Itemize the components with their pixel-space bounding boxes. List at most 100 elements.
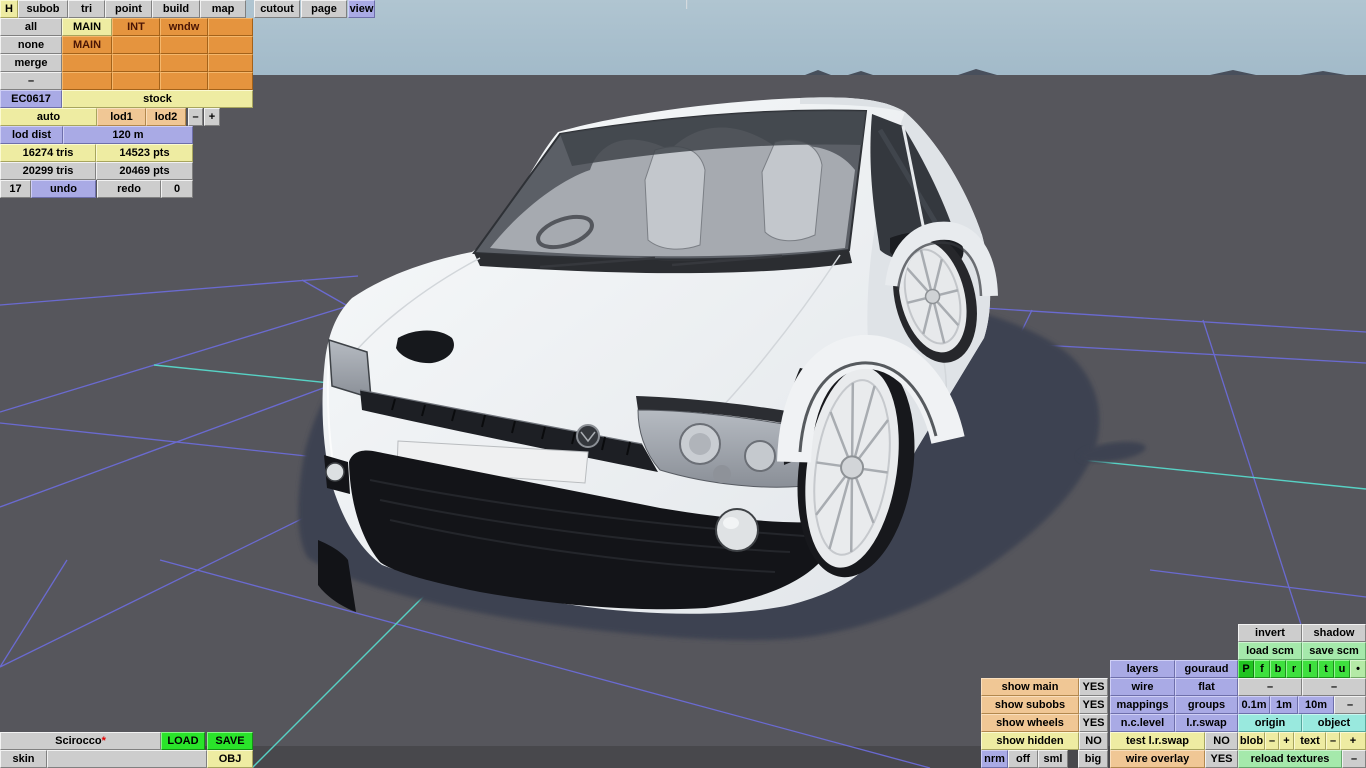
nrm-big-button[interactable]: big — [1078, 750, 1108, 768]
origin-button[interactable]: origin — [1238, 714, 1302, 732]
show-main-button[interactable]: show main — [981, 678, 1079, 696]
groups-button[interactable]: groups — [1175, 696, 1238, 714]
layers-button[interactable]: layers — [1110, 660, 1175, 678]
subobj-none-button[interactable]: none — [0, 36, 62, 54]
subobj-cell[interactable] — [112, 72, 160, 90]
undo-button[interactable]: undo — [31, 180, 96, 198]
file-name-field[interactable]: Scirocco* — [0, 732, 161, 750]
load-scm-button[interactable]: load scm — [1238, 642, 1302, 660]
wire-button[interactable]: wire — [1110, 678, 1175, 696]
menu-tri[interactable]: tri — [68, 0, 105, 18]
subobj-cell-main[interactable]: MAIN — [62, 18, 112, 36]
lod-dist-value[interactable]: 120 m — [63, 126, 193, 144]
subobj-cell[interactable] — [208, 36, 253, 54]
lod2-button[interactable]: lod2 — [146, 108, 186, 126]
grid-dash-button[interactable]: – — [1334, 696, 1366, 714]
wire-overlay-value[interactable]: YES — [1205, 750, 1238, 768]
subobj-cell[interactable] — [160, 72, 208, 90]
show-subobs-value[interactable]: YES — [1079, 696, 1108, 714]
nrm-off-button[interactable]: off — [1008, 750, 1038, 768]
dash-button-1[interactable]: – — [1238, 678, 1302, 696]
menu-build[interactable]: build — [152, 0, 200, 18]
undo-count: 17 — [0, 180, 31, 198]
letter-l-toggle[interactable]: l — [1302, 660, 1318, 678]
reload-dash-button[interactable]: – — [1342, 750, 1366, 768]
menu-cutout[interactable]: cutout — [254, 0, 300, 18]
wire-overlay-button[interactable]: wire overlay — [1110, 750, 1205, 768]
lod1-button[interactable]: lod1 — [97, 108, 146, 126]
grid-01m-button[interactable]: 0.1m — [1238, 696, 1270, 714]
subobj-cell[interactable] — [62, 54, 112, 72]
gouraud-button[interactable]: gouraud — [1175, 660, 1238, 678]
reload-textures-button[interactable]: reload textures — [1238, 750, 1342, 768]
show-hidden-button[interactable]: show hidden — [981, 732, 1079, 750]
subobj-merge-button[interactable]: merge — [0, 54, 62, 72]
nrm-sml-button[interactable]: sml — [1038, 750, 1068, 768]
letter-r-toggle[interactable]: r — [1286, 660, 1302, 678]
subobj-all-button[interactable]: all — [0, 18, 62, 36]
lod-plus-button[interactable]: + — [204, 108, 220, 126]
menu-point[interactable]: point — [105, 0, 152, 18]
text-minus-button[interactable]: – — [1326, 732, 1340, 750]
grid-10m-button[interactable]: 10m — [1298, 696, 1334, 714]
nrm-button[interactable]: nrm — [981, 750, 1008, 768]
flat-button[interactable]: flat — [1175, 678, 1238, 696]
lod-dist-label[interactable]: lod dist — [0, 126, 63, 144]
model-code[interactable]: EC0617 — [0, 90, 62, 108]
menu-h[interactable]: H — [0, 0, 18, 18]
shadow-button[interactable]: shadow — [1302, 624, 1366, 642]
test-lr-swap-value[interactable]: NO — [1205, 732, 1238, 750]
menu-page[interactable]: page — [301, 0, 347, 18]
show-subobs-button[interactable]: show subobs — [981, 696, 1079, 714]
show-wheels-value[interactable]: YES — [1079, 714, 1108, 732]
text-button[interactable]: text — [1294, 732, 1326, 750]
dot-toggle[interactable]: • — [1350, 660, 1366, 678]
text-plus-button[interactable]: + — [1340, 732, 1366, 750]
subobj-cell[interactable] — [112, 54, 160, 72]
redo-button[interactable]: redo — [97, 180, 161, 198]
test-lr-swap-button[interactable]: test l.r.swap — [1110, 732, 1205, 750]
blob-minus-button[interactable]: – — [1265, 732, 1279, 750]
dash-button-2[interactable]: – — [1302, 678, 1366, 696]
subobj-cell[interactable] — [208, 54, 253, 72]
subobj-dash-button[interactable]: – — [0, 72, 62, 90]
show-hidden-value[interactable]: NO — [1079, 732, 1108, 750]
car-model — [318, 97, 998, 614]
skin-name-field[interactable] — [47, 750, 207, 768]
letter-u-toggle[interactable]: u — [1334, 660, 1350, 678]
lod-auto-button[interactable]: auto — [0, 108, 97, 126]
invert-button[interactable]: invert — [1238, 624, 1302, 642]
letter-f-toggle[interactable]: f — [1254, 660, 1270, 678]
subobj-cell[interactable] — [62, 72, 112, 90]
subobj-cell[interactable] — [208, 72, 253, 90]
menu-map[interactable]: map — [200, 0, 246, 18]
subobj-cell-wndw[interactable]: wndw — [160, 18, 208, 36]
blob-button[interactable]: blob — [1238, 732, 1265, 750]
lr-swap-button[interactable]: l.r.swap — [1175, 714, 1238, 732]
grid-1m-button[interactable]: 1m — [1270, 696, 1298, 714]
save-button[interactable]: SAVE — [207, 732, 253, 750]
show-wheels-button[interactable]: show wheels — [981, 714, 1079, 732]
load-button[interactable]: LOAD — [161, 732, 205, 750]
letter-b-toggle[interactable]: b — [1270, 660, 1286, 678]
obj-button[interactable]: OBJ — [207, 750, 253, 768]
subobj-cell[interactable] — [160, 36, 208, 54]
mappings-button[interactable]: mappings — [1110, 696, 1175, 714]
show-main-value[interactable]: YES — [1079, 678, 1108, 696]
subobj-cell[interactable] — [112, 36, 160, 54]
subobj-cell-main2[interactable]: MAIN — [62, 36, 112, 54]
save-scm-button[interactable]: save scm — [1302, 642, 1366, 660]
letter-t-toggle[interactable]: t — [1318, 660, 1334, 678]
menu-subob[interactable]: subob — [18, 0, 68, 18]
menu-view-active[interactable]: view — [348, 0, 375, 18]
blob-plus-button[interactable]: + — [1279, 732, 1294, 750]
skin-button[interactable]: skin — [0, 750, 47, 768]
model-name-field[interactable]: stock — [62, 90, 253, 108]
object-button[interactable]: object — [1302, 714, 1366, 732]
lod-minus-button[interactable]: – — [188, 108, 203, 126]
subobj-cell[interactable] — [208, 18, 253, 36]
nc-level-button[interactable]: n.c.level — [1110, 714, 1175, 732]
letter-p-toggle[interactable]: P — [1238, 660, 1254, 678]
subobj-cell-int[interactable]: INT — [112, 18, 160, 36]
subobj-cell[interactable] — [160, 54, 208, 72]
